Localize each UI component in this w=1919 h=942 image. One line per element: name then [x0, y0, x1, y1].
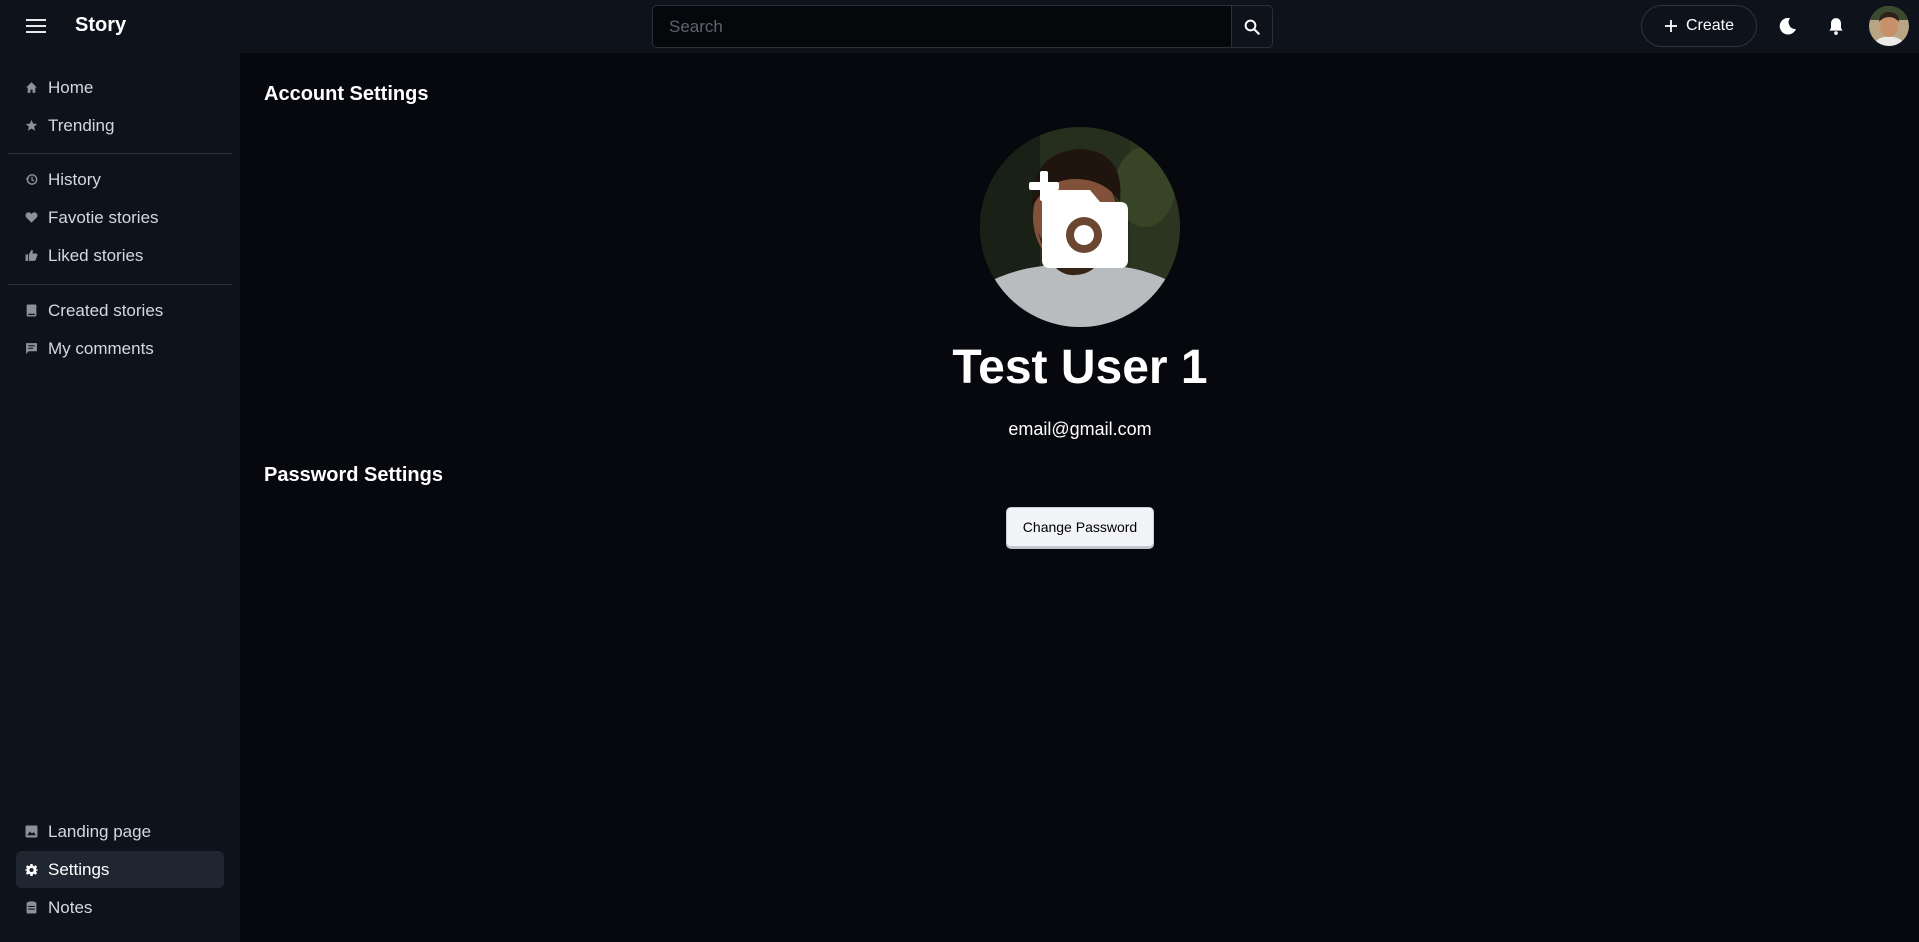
- notes-icon: [25, 901, 38, 914]
- profile-photo-upload[interactable]: [980, 127, 1180, 327]
- sidebar-divider: [8, 153, 232, 154]
- sidebar-item-home[interactable]: Home: [16, 69, 224, 106]
- plus-icon: [1664, 20, 1677, 32]
- home-icon: [25, 81, 38, 94]
- sidebar-item-label: Notes: [48, 897, 93, 917]
- sidebar-item-label: Trending: [48, 115, 115, 135]
- create-button[interactable]: Create: [1641, 5, 1757, 47]
- account-settings-title: Account Settings: [264, 83, 429, 105]
- dark-mode-toggle[interactable]: [1774, 12, 1802, 40]
- sidebar-item-settings[interactable]: Settings: [16, 851, 224, 888]
- user-email: email@gmail.com: [1008, 419, 1152, 439]
- sidebar-item-label: History: [48, 169, 101, 189]
- history-icon: [25, 173, 38, 186]
- moon-icon: [1779, 17, 1796, 35]
- sidebar-item-label: Created stories: [48, 300, 164, 320]
- sidebar-item-notes[interactable]: Notes: [16, 889, 224, 926]
- sidebar-item-landing-page[interactable]: Landing page: [16, 813, 224, 850]
- sidebar-item-my-comments[interactable]: My comments: [16, 330, 224, 367]
- search-input[interactable]: [652, 5, 1231, 48]
- search-bar: [652, 5, 1273, 48]
- create-label: Create: [1685, 17, 1735, 34]
- user-avatar[interactable]: [1869, 6, 1909, 46]
- heart-icon: [25, 211, 38, 224]
- image-icon: [25, 825, 38, 838]
- sidebar: Home Trending History Favotie stories Li…: [0, 53, 240, 942]
- bell-icon: [1829, 18, 1843, 35]
- star-icon: [25, 119, 38, 132]
- comment-icon: [25, 342, 38, 355]
- add-photo-icon: [1029, 171, 1128, 268]
- thumbs-up-icon: [25, 249, 38, 262]
- sidebar-divider: [8, 284, 232, 285]
- gear-icon: [25, 863, 38, 876]
- sidebar-item-trending[interactable]: Trending: [16, 107, 224, 144]
- search-button[interactable]: [1231, 5, 1273, 48]
- sidebar-item-created-stories[interactable]: Created stories: [16, 292, 224, 329]
- user-name: Test User 1: [952, 341, 1208, 394]
- sidebar-item-label: Liked stories: [48, 245, 144, 265]
- sidebar-item-favorite-stories[interactable]: Favotie stories: [16, 199, 224, 236]
- sidebar-item-liked-stories[interactable]: Liked stories: [16, 237, 224, 274]
- search-icon: [1244, 19, 1260, 35]
- sidebar-item-history[interactable]: History: [16, 161, 224, 198]
- change-password-button[interactable]: Change Password: [1006, 507, 1154, 547]
- hamburger-menu-icon[interactable]: [23, 14, 49, 38]
- sidebar-item-label: Favotie stories: [48, 207, 159, 227]
- notifications-button[interactable]: [1822, 12, 1850, 40]
- top-bar: Story Create: [0, 0, 1919, 53]
- sidebar-item-label: My comments: [48, 338, 154, 358]
- brand-title[interactable]: Story: [75, 14, 126, 37]
- book-icon: [25, 304, 38, 317]
- sidebar-item-label: Home: [48, 77, 94, 97]
- sidebar-item-label: Landing page: [48, 821, 152, 841]
- sidebar-item-label: Settings: [48, 859, 110, 879]
- password-settings-title: Password Settings: [264, 464, 443, 486]
